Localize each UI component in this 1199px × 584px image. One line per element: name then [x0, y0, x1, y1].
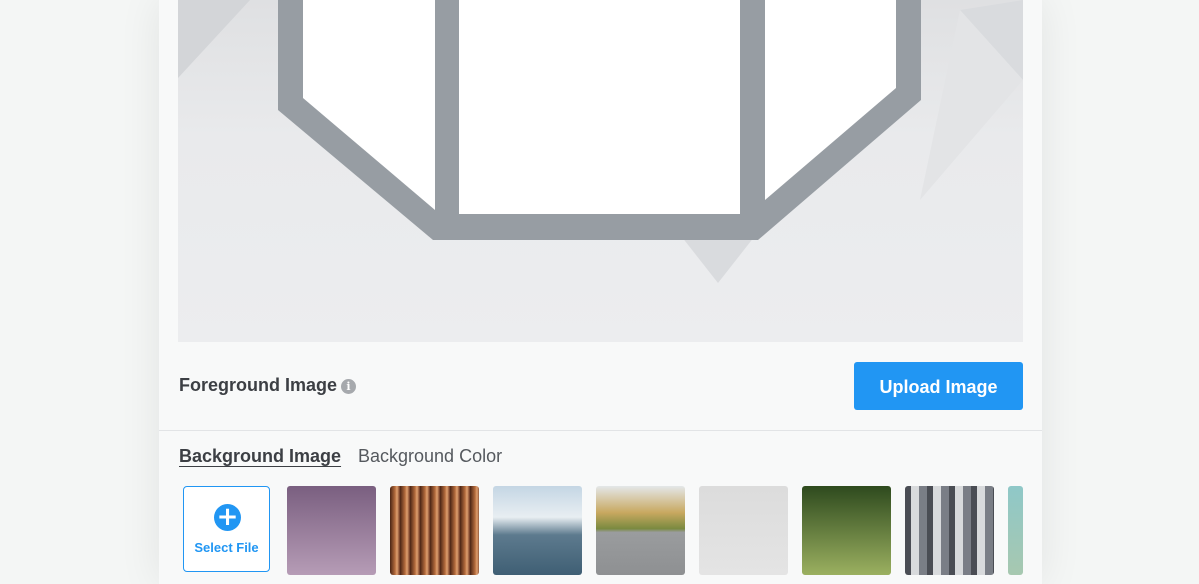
frame-center-panel [459, 0, 740, 214]
thumb-green-trees[interactable] [802, 486, 891, 575]
thumb-light-gray[interactable] [699, 486, 788, 575]
thumb-row-houses[interactable] [905, 486, 994, 575]
foreground-label: Foreground Image [179, 375, 338, 395]
bg-triangle-left [178, 0, 250, 78]
image-preview [178, 0, 1023, 342]
thumb-wood-stripes[interactable] [390, 486, 479, 575]
select-file-label: Select File [194, 540, 259, 555]
placeholder-graphic [178, 0, 1023, 283]
editor-card: Foreground Image i Upload Image Backgrou… [159, 0, 1042, 584]
tab-background-image[interactable]: Background Image [179, 446, 341, 467]
background-thumbnails: + Select File [183, 486, 1023, 584]
thumb-bokeh[interactable] [1008, 486, 1023, 575]
select-file-button[interactable]: + Select File [183, 486, 270, 572]
foreground-row: Foreground Image i Upload Image [159, 342, 1042, 431]
thumb-purple-gradient[interactable] [287, 486, 376, 575]
upload-image-button[interactable]: Upload Image [854, 362, 1023, 410]
thumb-sky-cityscape[interactable] [493, 486, 582, 575]
tab-background-color[interactable]: Background Color [358, 446, 502, 467]
info-icon[interactable]: i [341, 379, 356, 394]
plus-circle-icon: + [214, 504, 241, 531]
thumb-tree-wall[interactable] [596, 486, 685, 575]
